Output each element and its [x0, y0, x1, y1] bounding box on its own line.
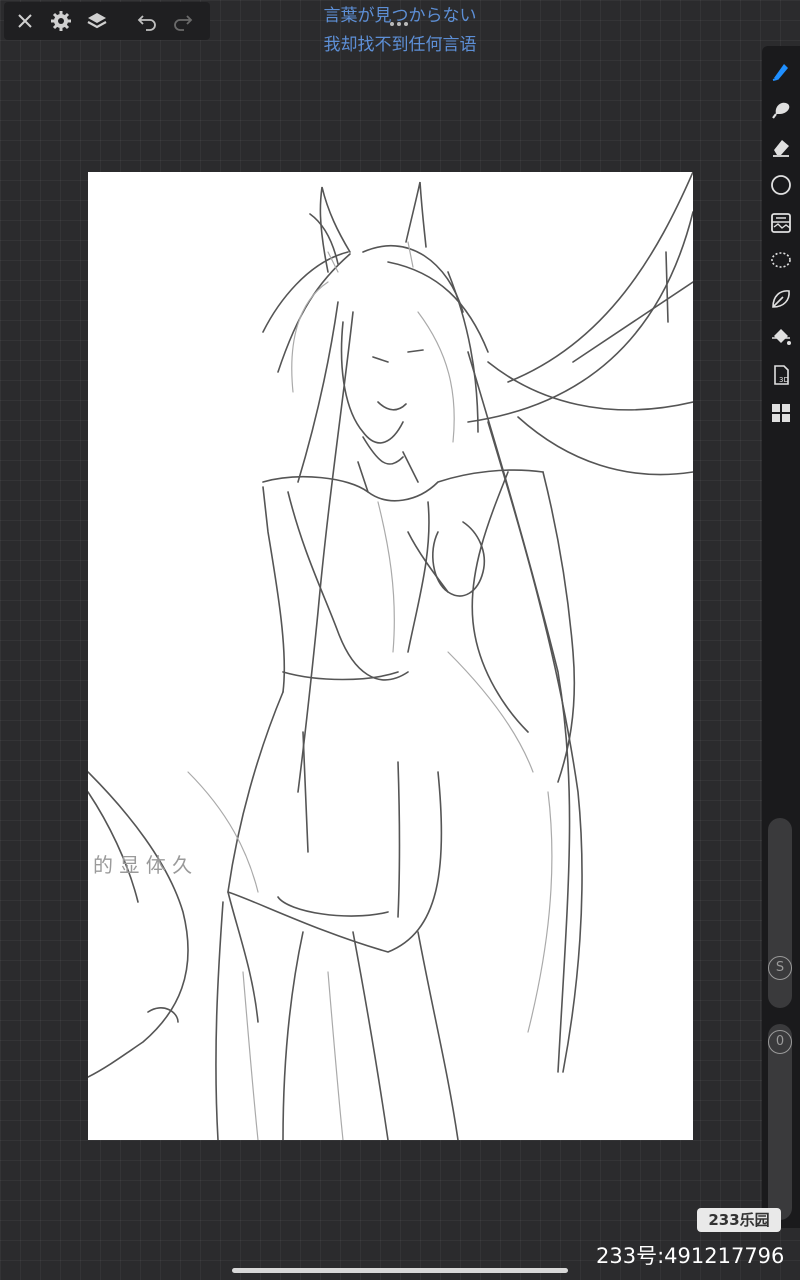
- gallery-icon[interactable]: [768, 210, 794, 236]
- redo-icon[interactable]: [170, 8, 196, 34]
- leaf-icon[interactable]: [768, 286, 794, 312]
- fill-bucket-icon[interactable]: [768, 324, 794, 350]
- home-indicator[interactable]: [232, 1268, 568, 1273]
- color-circle-icon[interactable]: [768, 172, 794, 198]
- sketch-artwork: 的 显 体 久: [88, 172, 693, 1140]
- grid-icon[interactable]: [768, 400, 794, 426]
- size-slider-label: S: [768, 956, 792, 980]
- drawing-canvas[interactable]: 的 显 体 久: [88, 172, 693, 1140]
- settings-icon[interactable]: [48, 8, 74, 34]
- svg-text:3D: 3D: [779, 376, 789, 384]
- opacity-slider-label: 0: [768, 1030, 792, 1054]
- eraser-icon[interactable]: [768, 134, 794, 160]
- drag-handle[interactable]: [390, 11, 411, 30]
- smudge-icon[interactable]: [768, 96, 794, 122]
- lyric-line-2: 我却找不到任何言语: [323, 35, 477, 55]
- canvas-handwriting: 的 显 体 久: [93, 853, 192, 877]
- top-toolbar: [4, 2, 210, 40]
- watermark-id: 233号:491217796: [596, 1244, 785, 1268]
- brush-icon[interactable]: [768, 58, 794, 84]
- lasso-icon[interactable]: [768, 248, 794, 274]
- layers-icon[interactable]: [84, 8, 110, 34]
- close-icon[interactable]: [12, 8, 38, 34]
- watermark-logo: 233乐园: [697, 1208, 781, 1232]
- 3d-icon[interactable]: 3D: [768, 362, 794, 388]
- undo-icon[interactable]: [134, 8, 160, 34]
